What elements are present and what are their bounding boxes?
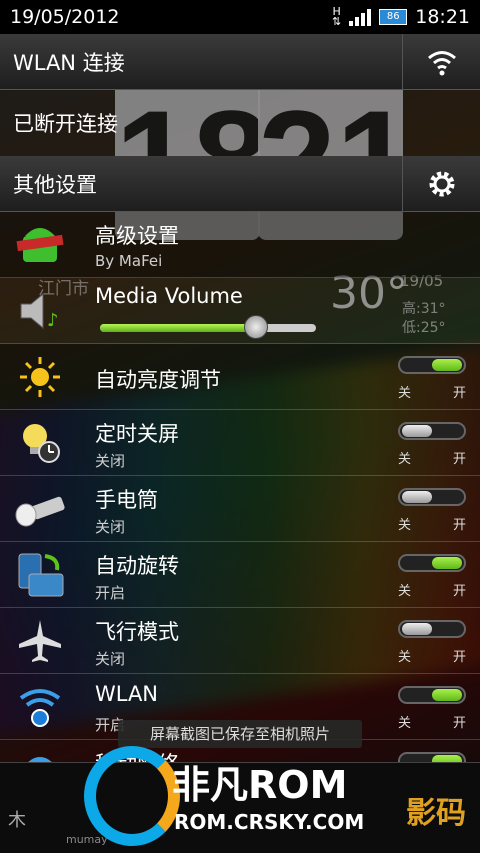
airplane-icon — [12, 614, 68, 668]
toggle-labels: 关开 — [398, 584, 466, 599]
wifi-icon — [12, 680, 68, 734]
item-subtitle: 关闭 — [95, 650, 126, 668]
globe-icon — [12, 746, 68, 762]
flashlight-toggle[interactable] — [398, 488, 466, 506]
toggle-labels: 关开 — [398, 386, 466, 401]
item-subtitle: 关闭 — [95, 518, 126, 536]
logo-main-text: 非凡ROM — [172, 763, 348, 807]
logo-url-text: ROM.CRSKY.COM — [174, 810, 365, 834]
item-title: 自动亮度调节 — [95, 368, 221, 392]
logo-ring — [84, 746, 180, 846]
sun-icon — [12, 350, 68, 404]
list-item-auto-rotate[interactable]: 自动旋转 开启 关开 — [0, 542, 480, 608]
volume-slider-fill — [100, 324, 256, 332]
speaker-icon: ♪ — [12, 284, 68, 338]
toggle-labels: 关开 — [398, 452, 466, 467]
item-subtitle: 开启 — [95, 584, 126, 602]
bulb-clock-icon — [12, 416, 68, 470]
mumayi-watermark: 木 — [8, 810, 26, 831]
item-title: WLAN — [95, 682, 159, 706]
status-time: 18:21 — [415, 6, 470, 28]
battery-icon: 86 — [379, 9, 408, 25]
list-item-media-volume[interactable]: ♪ Media Volume — [0, 278, 480, 344]
item-title: 自动旋转 — [95, 554, 179, 578]
status-bar: 19/05/2012 H ⇅ 86 18:21 — [0, 0, 480, 34]
status-date: 19/05/2012 — [10, 6, 120, 28]
list-item-flashlight[interactable]: 手电筒 关闭 关开 — [0, 476, 480, 542]
item-subtitle: 关闭 — [95, 452, 126, 470]
wifi-settings-button[interactable] — [402, 34, 480, 89]
auto-brightness-toggle[interactable] — [398, 356, 466, 374]
signal-strength-icon — [349, 8, 372, 26]
other-settings-label: 其他设置 — [13, 172, 97, 197]
feifan-rom-logo: 非凡ROM ROM.CRSKY.COM — [82, 744, 410, 848]
svg-text:♪: ♪ — [47, 310, 59, 331]
rotate-icon — [12, 548, 68, 602]
toggle-labels: 关开 — [398, 518, 466, 533]
list-item-advanced-settings[interactable]: 高级设置 By MaFei — [0, 212, 480, 278]
gear-icon — [429, 171, 454, 196]
list-item-screen-timeout[interactable]: 定时关屏 关闭 关开 — [0, 410, 480, 476]
volume-slider-thumb[interactable] — [243, 315, 268, 339]
wlan-toggle[interactable] — [398, 686, 466, 704]
screen-timeout-toggle[interactable] — [398, 422, 466, 440]
volume-slider[interactable] — [100, 315, 316, 339]
item-title: 高级设置 — [95, 224, 179, 248]
airplane-mode-toggle[interactable] — [398, 620, 466, 638]
flashlight-icon — [12, 482, 68, 536]
list-item-airplane-mode[interactable]: 飞行模式 关闭 关开 — [0, 608, 480, 674]
item-title: 手电筒 — [95, 488, 158, 512]
settings-gear-button[interactable] — [402, 156, 480, 211]
auto-rotate-toggle[interactable] — [398, 554, 466, 572]
toggle-labels: 关开 — [398, 716, 466, 731]
item-title: 定时关屏 — [95, 422, 179, 446]
wifi-icon — [427, 50, 456, 75]
settings-list[interactable]: 高级设置 By MaFei ♪ Media Volume 自动亮度调节 关开 定… — [0, 212, 480, 762]
toggle-labels: 关开 — [398, 650, 466, 665]
wlan-status-label: 已断开连接 — [13, 112, 118, 136]
item-title: Media Volume — [95, 284, 243, 308]
wlan-connection-row[interactable]: WLAN 连接 — [0, 34, 480, 90]
item-subtitle: By MaFei — [95, 252, 163, 270]
wlan-status-row[interactable]: 已断开连接 — [0, 90, 480, 156]
other-settings-row[interactable]: 其他设置 — [0, 156, 480, 212]
item-title: 飞行模式 — [95, 620, 179, 644]
wlan-connection-label: WLAN 连接 — [13, 50, 125, 75]
android-icon — [12, 218, 68, 272]
brand-right-watermark: 影码 — [406, 796, 466, 831]
list-item-auto-brightness[interactable]: 自动亮度调节 关开 — [0, 344, 480, 410]
network-type-icon: H ⇅ — [332, 5, 342, 28]
